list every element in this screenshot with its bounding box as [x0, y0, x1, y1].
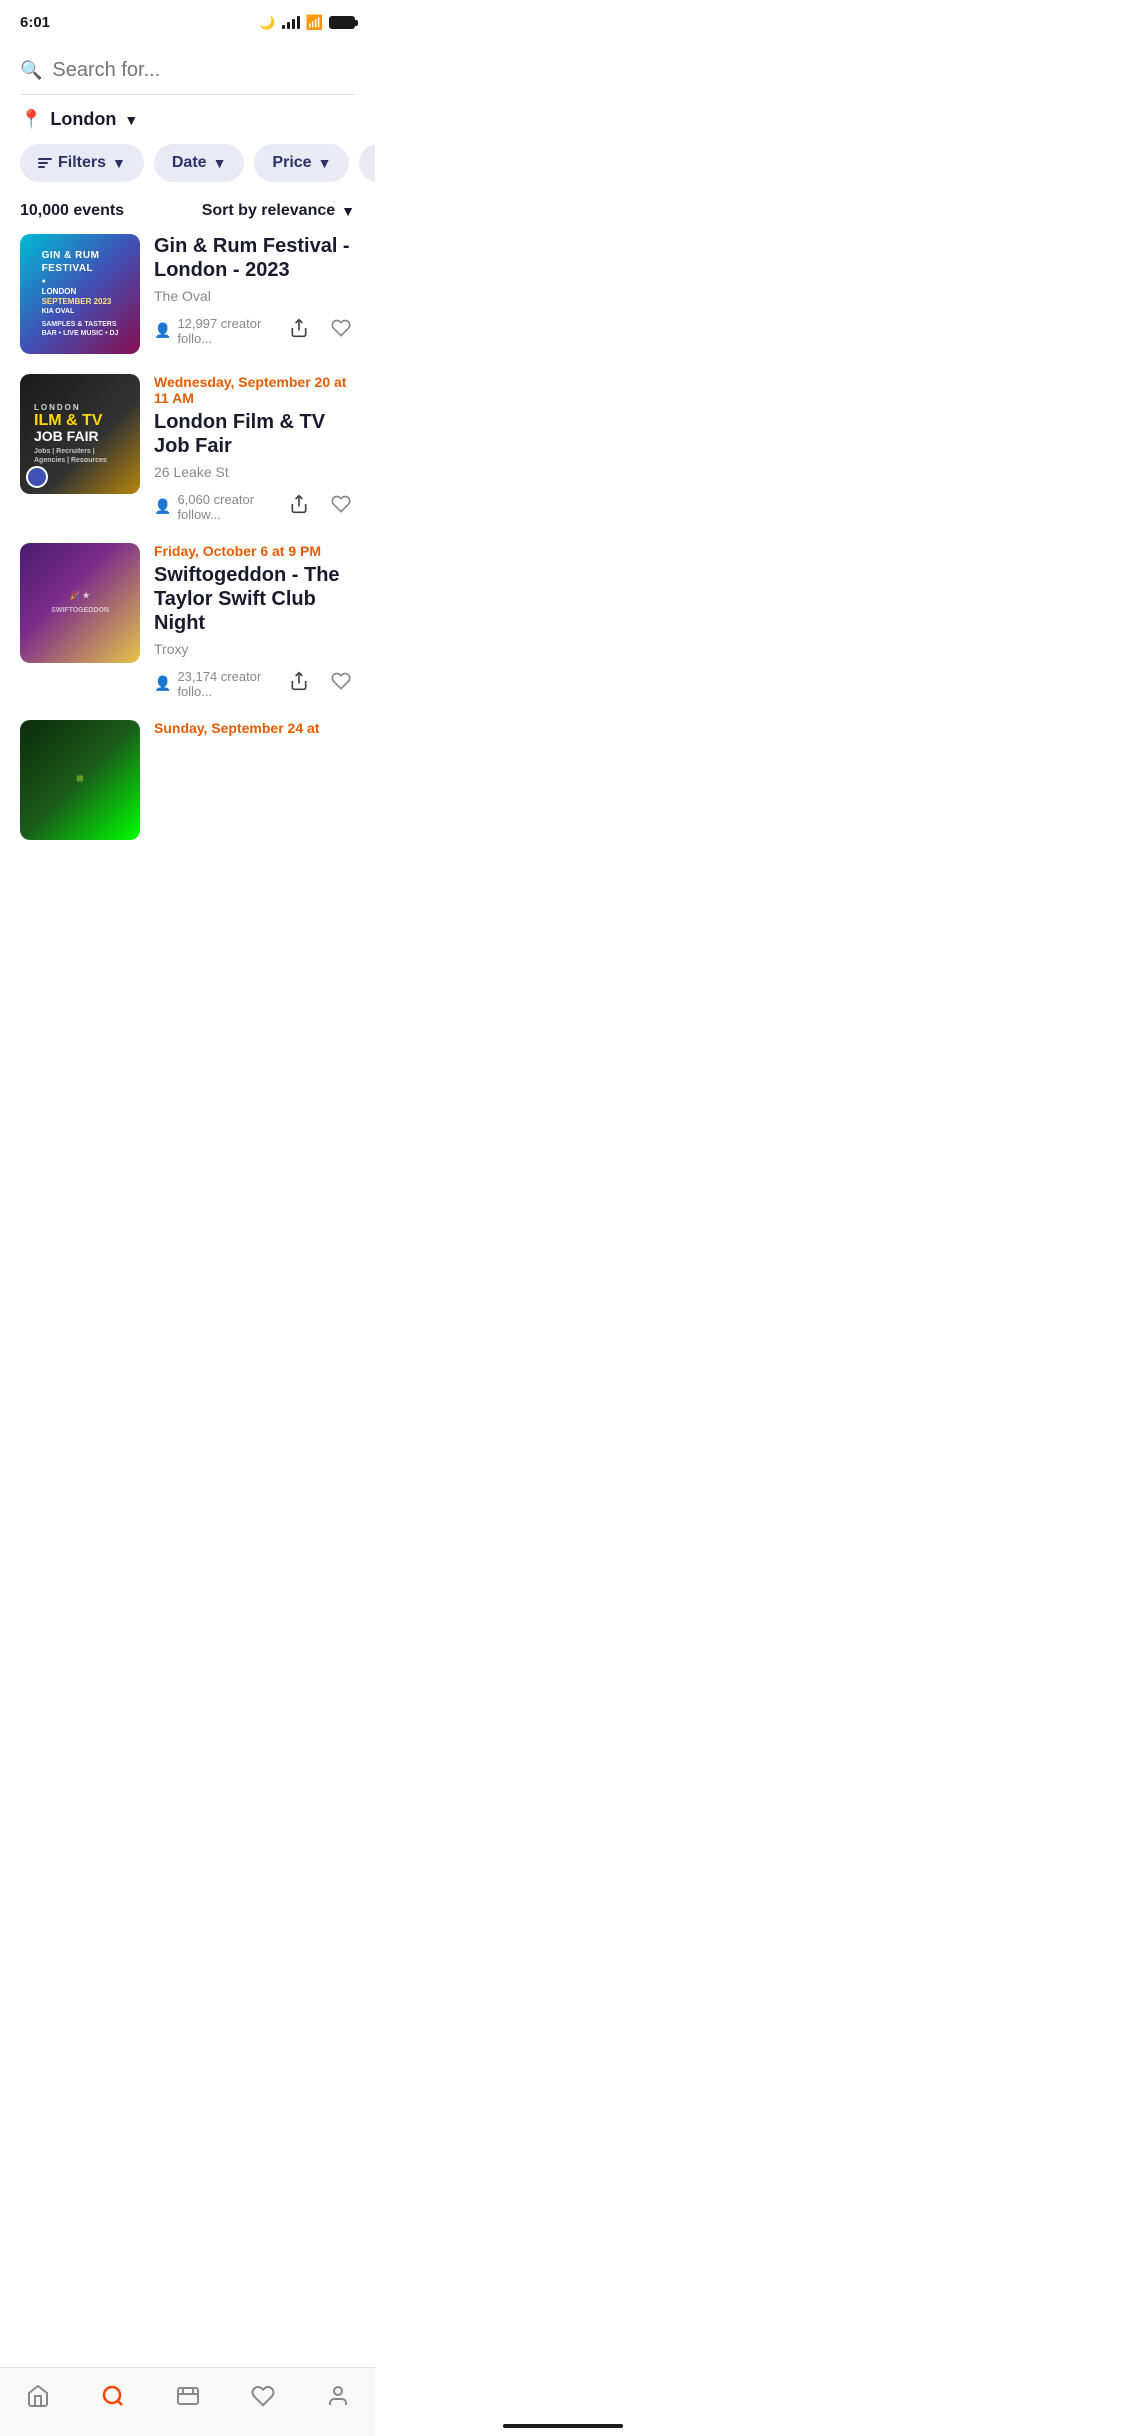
event-date-film-tv: Wednesday, September 20 at 11 AM: [154, 374, 355, 406]
event-actions-swiftogeddon: [285, 667, 355, 700]
status-bar: 6:01 🌙 📶: [0, 0, 375, 39]
event-meta-swiftogeddon: 👤 23,174 creator follo...: [154, 667, 355, 700]
followers-text-swiftogeddon: 23,174 creator follo...: [177, 669, 285, 699]
search-icon: 🔍: [20, 60, 42, 81]
event-date-last: Sunday, September 24 at: [154, 720, 355, 736]
sort-label: Sort by relevance: [202, 202, 335, 220]
date-chip[interactable]: Date ▼: [154, 144, 245, 182]
heart-icon: [331, 318, 351, 338]
event-image-bg-swift: 🎉 ★ SWIFTOGEDDON: [20, 543, 140, 663]
event-image-gin-rum: GIN & RUM FESTIVAL ● LONDON SEPTEMBER 20…: [20, 234, 140, 354]
event-followers-swiftogeddon: 👤 23,174 creator follo...: [154, 669, 285, 699]
event-date-swiftogeddon: Friday, October 6 at 9 PM: [154, 543, 355, 559]
results-count: 10,000 events: [20, 202, 124, 220]
price-chevron-icon: ▼: [318, 155, 332, 171]
favorite-button-film-tv[interactable]: [327, 490, 355, 523]
location-city: London: [50, 109, 116, 130]
share-icon: [289, 494, 309, 514]
event-meta-gin-rum: 👤 12,997 creator follo...: [154, 314, 355, 347]
nav-tickets[interactable]: [160, 2380, 216, 2412]
filters-chevron-icon: ▼: [112, 155, 126, 171]
person-icon: 👤: [154, 675, 171, 692]
event-info-gin-rum: Gin & Rum Festival - London - 2023 The O…: [154, 234, 355, 347]
event-card-swiftogeddon[interactable]: 🎉 ★ SWIFTOGEDDON Friday, October 6 at 9 …: [20, 543, 355, 700]
location-pin-icon: 📍: [20, 109, 42, 130]
event-info-swiftogeddon: Friday, October 6 at 9 PM Swiftogeddon -…: [154, 543, 355, 700]
share-button-gin-rum[interactable]: [285, 314, 313, 347]
favorites-icon: [251, 2384, 275, 2408]
followers-text-film-tv: 6,060 creator follow...: [177, 492, 285, 522]
nav-home[interactable]: [10, 2380, 66, 2412]
filter-row: Filters ▼ Date ▼ Price ▼ Ca... ▼: [0, 144, 375, 198]
event-title-film-tv: London Film & TV Job Fair: [154, 410, 355, 458]
nav-search[interactable]: [85, 2380, 141, 2412]
event-venue-gin-rum: The Oval: [154, 288, 355, 304]
moon-icon: 🌙: [259, 15, 275, 31]
event-badge-film-tv: [26, 466, 48, 488]
events-list: GIN & RUM FESTIVAL ● LONDON SEPTEMBER 20…: [0, 234, 375, 840]
share-icon: [289, 318, 309, 338]
event-meta-film-tv: 👤 6,060 creator follow...: [154, 490, 355, 523]
favorite-button-swiftogeddon[interactable]: [327, 667, 355, 700]
filter-lines-icon: [38, 158, 52, 168]
nav-favorites[interactable]: [235, 2380, 291, 2412]
search-input[interactable]: [52, 59, 355, 82]
event-card-last[interactable]: 🍀 Sunday, September 24 at: [20, 720, 355, 840]
profile-icon: [326, 2384, 350, 2408]
share-button-film-tv[interactable]: [285, 490, 313, 523]
sort-button[interactable]: Sort by relevance ▼: [202, 202, 355, 220]
event-image-swiftogeddon: 🎉 ★ SWIFTOGEDDON: [20, 543, 140, 663]
event-card-film-tv[interactable]: LONDON ILM & TV JOB FAIR Jobs | Recruite…: [20, 374, 355, 523]
event-image-film-tv: LONDON ILM & TV JOB FAIR Jobs | Recruite…: [20, 374, 140, 494]
event-followers-gin-rum: 👤 12,997 creator follo...: [154, 316, 285, 346]
results-header: 10,000 events Sort by relevance ▼: [0, 198, 375, 234]
heart-icon: [331, 671, 351, 691]
tickets-icon: [176, 2384, 200, 2408]
filters-chip[interactable]: Filters ▼: [20, 144, 144, 182]
event-followers-film-tv: 👤 6,060 creator follow...: [154, 492, 285, 522]
bottom-nav: [0, 2367, 375, 2436]
event-title-swiftogeddon: Swiftogeddon - The Taylor Swift Club Nig…: [154, 563, 355, 635]
followers-text-gin-rum: 12,997 creator follo...: [177, 316, 285, 346]
filters-chip-label: Filters: [58, 154, 106, 172]
home-indicator: [503, 2424, 623, 2428]
share-button-swiftogeddon[interactable]: [285, 667, 313, 700]
event-card-gin-rum[interactable]: GIN & RUM FESTIVAL ● LONDON SEPTEMBER 20…: [20, 234, 355, 354]
event-info-film-tv: Wednesday, September 20 at 11 AM London …: [154, 374, 355, 523]
status-icons: 🌙 📶: [259, 14, 355, 31]
search-bar[interactable]: 🔍: [20, 59, 355, 95]
person-icon: 👤: [154, 322, 171, 339]
event-venue-film-tv: 26 Leake St: [154, 464, 355, 480]
event-info-last: Sunday, September 24 at: [154, 720, 355, 740]
nav-profile[interactable]: [310, 2380, 366, 2412]
search-container: 🔍: [0, 39, 375, 95]
battery-icon: [329, 16, 355, 29]
event-venue-swiftogeddon: Troxy: [154, 641, 355, 657]
date-chip-label: Date: [172, 154, 207, 172]
event-image-bg-last: 🍀: [20, 720, 140, 840]
chevron-down-icon: ▼: [124, 112, 138, 128]
date-chevron-icon: ▼: [213, 155, 227, 171]
favorite-button-gin-rum[interactable]: [327, 314, 355, 347]
category-chip[interactable]: Ca... ▼: [359, 144, 375, 182]
sort-chevron-icon: ▼: [341, 203, 355, 219]
home-icon: [26, 2384, 50, 2408]
search-nav-icon: [101, 2384, 125, 2408]
event-actions-gin-rum: [285, 314, 355, 347]
status-time: 6:01: [20, 14, 50, 31]
price-chip[interactable]: Price ▼: [254, 144, 349, 182]
signal-icon: [282, 17, 300, 29]
event-title-gin-rum: Gin & Rum Festival - London - 2023: [154, 234, 355, 282]
event-image-last: 🍀: [20, 720, 140, 840]
wifi-icon: 📶: [306, 14, 323, 31]
person-icon: 👤: [154, 498, 171, 515]
price-chip-label: Price: [272, 154, 311, 172]
location-bar[interactable]: 📍 London ▼: [0, 95, 375, 144]
event-image-bg: GIN & RUM FESTIVAL ● LONDON SEPTEMBER 20…: [20, 234, 140, 354]
event-actions-film-tv: [285, 490, 355, 523]
heart-icon: [331, 494, 351, 514]
share-icon: [289, 671, 309, 691]
